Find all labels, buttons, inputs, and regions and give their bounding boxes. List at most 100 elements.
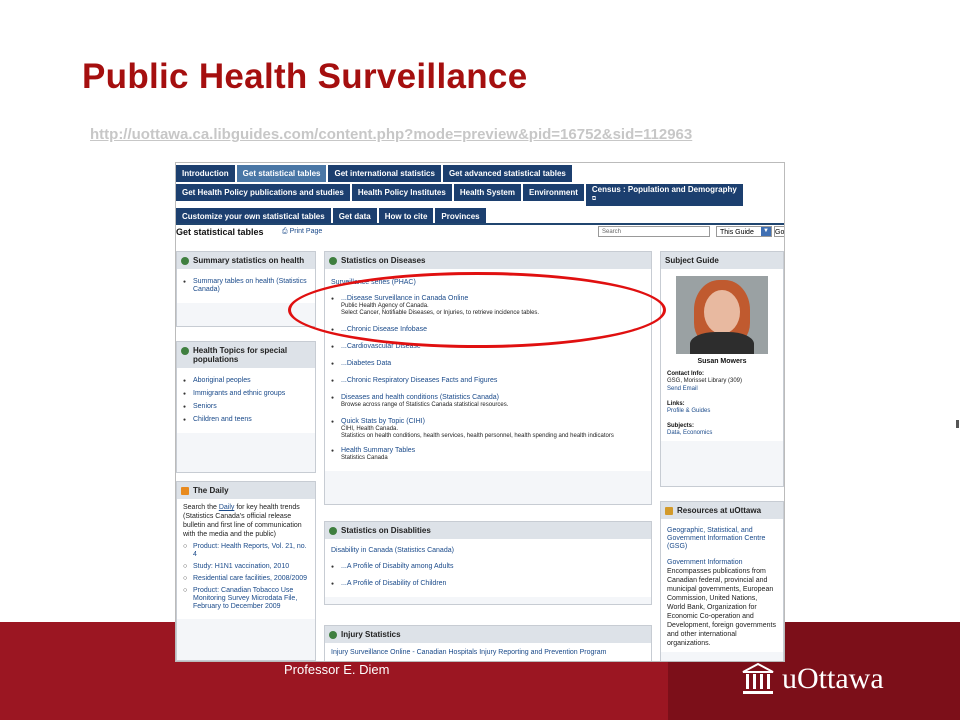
health-topics-header: Health Topics for special populations	[177, 342, 315, 368]
the-daily-title: The Daily	[193, 486, 229, 495]
slide-title: Public Health Surveillance	[82, 57, 528, 96]
collapse-icon[interactable]	[329, 527, 337, 535]
tab-environment[interactable]: Environment	[522, 184, 584, 201]
intro-text: Search the	[183, 504, 219, 511]
page-title: Get statistical tables	[176, 227, 264, 237]
tab-row-1: Introduction Get statistical tables Get …	[176, 165, 574, 182]
item-description: Browse across range of Statistics Canada…	[341, 402, 509, 408]
tab-introduction[interactable]: Introduction	[176, 165, 235, 182]
summary-statistics-header: Summary statistics on health	[177, 252, 315, 269]
libguide-screenshot: Introduction Get statistical tables Get …	[175, 162, 785, 662]
search-input[interactable]: Search	[598, 226, 710, 237]
profile-guides-link[interactable]: Profile & Guides	[667, 407, 777, 415]
photo-face	[704, 290, 740, 334]
list-item[interactable]: Study: H1N1 vaccination, 2010	[183, 563, 309, 571]
send-email-link[interactable]: Send Email	[667, 385, 777, 393]
tab-divider	[176, 223, 784, 225]
injury-statistics-body: Injury Surveillance Online - Canadian Ho…	[325, 643, 651, 661]
injury-statistics-title: Injury Statistics	[341, 630, 401, 639]
edge-mark	[956, 420, 959, 428]
health-topics-title: Health Topics for special populations	[193, 346, 288, 364]
tab-get-advanced-statistical-tables[interactable]: Get advanced statistical tables	[442, 165, 572, 182]
footer-presenter: Professor E. Diem	[284, 662, 390, 677]
statistics-on-disabilities-box: Statistics on Disablities Disability in …	[324, 521, 652, 605]
tab-get-statistical-tables[interactable]: Get statistical tables	[236, 165, 327, 182]
statistics-on-disabilities-body: Disability in Canada (Statistics Canada)…	[325, 539, 651, 597]
government-information-link[interactable]: Government Information	[667, 559, 777, 567]
collapse-icon[interactable]	[329, 257, 337, 265]
print-page-label: Print Page	[289, 228, 323, 235]
gsg-link[interactable]: Geographic, Statistical, and Government …	[667, 527, 777, 551]
subject-guide-body: Susan Mowers Contact Info: GSG, Morisset…	[661, 269, 783, 441]
list-item[interactable]: Summary tables on health (Statistics Can…	[183, 278, 309, 294]
resources-title: Resources at uOttawa	[677, 506, 762, 515]
list-item[interactable]: Product: Canadian Tobacco Use Monitoring…	[183, 587, 309, 611]
statistics-on-disabilities-header: Statistics on Disablities	[325, 522, 651, 539]
university-building-icon	[742, 662, 774, 694]
tab-health-policy-publications[interactable]: Get Health Policy publications and studi…	[176, 184, 350, 201]
statistics-on-disabilities-title: Statistics on Disablities	[341, 526, 431, 535]
tab-census[interactable]: Census : Population and Demography ⧉	[585, 184, 743, 206]
resources-header: Resources at uOttawa	[661, 502, 783, 519]
contact-info-value: GSG, Morisset Library (309)	[667, 378, 743, 384]
tab-health-policy-institutes[interactable]: Health Policy Institutes	[351, 184, 452, 201]
logo-wordmark: uOttawa	[782, 662, 884, 695]
list-item[interactable]: ...Diabetes Data	[331, 360, 645, 368]
rss-icon	[181, 487, 189, 495]
statistics-on-diseases-title: Statistics on Diseases	[341, 256, 426, 265]
the-daily-body: Search the Daily for key health trends (…	[177, 499, 315, 619]
tab-health-system[interactable]: Health System	[453, 184, 521, 201]
list-item[interactable]: Immigrants and ethnic groups	[183, 390, 309, 398]
external-link-icon: ⧉	[591, 196, 597, 202]
summary-statistics-title: Summary statistics on health	[193, 256, 305, 265]
guide-url-link[interactable]: http://uottawa.ca.libguides.com/content.…	[90, 126, 692, 143]
diseases-conditions-link[interactable]: Diseases and health conditions (Statisti…	[341, 394, 645, 402]
health-summary-tables-link[interactable]: Health Summary Tables	[341, 447, 645, 455]
the-daily-intro: Search the Daily for key health trends (…	[183, 503, 309, 539]
photo-shirt	[690, 332, 754, 354]
list-item[interactable]: ...Chronic Respiratory Diseases Facts an…	[331, 377, 645, 385]
statistics-on-diseases-header: Statistics on Diseases	[325, 252, 651, 269]
chevron-down-icon: ▼	[761, 227, 771, 236]
quick-stats-link[interactable]: Quick Stats by Topic (CIHI)	[341, 418, 645, 426]
librarian-photo	[676, 276, 768, 354]
collapse-icon[interactable]	[181, 257, 189, 265]
collapse-icon[interactable]	[329, 631, 337, 639]
health-topics-body: Aboriginal peoples Immigrants and ethnic…	[177, 368, 315, 433]
subject-guide-title: Subject Guide	[665, 256, 719, 265]
printer-icon: ⎙	[282, 228, 288, 235]
print-page-link[interactable]: ⎙ Print Page	[282, 228, 322, 236]
list-item[interactable]: Children and teens	[183, 416, 309, 424]
tab-census-label: Census : Population and Demography	[591, 185, 737, 194]
item-description: Statistics on health conditions, health …	[341, 433, 614, 439]
librarian-name: Susan Mowers	[697, 358, 747, 365]
injury-statistics-header: Injury Statistics	[325, 626, 651, 643]
scope-value: This Guide	[720, 229, 754, 236]
list-item[interactable]: ...A Profile of Disability of Children	[331, 580, 645, 588]
list-item[interactable]: ...A Profile of Disabilty among Adults	[331, 563, 645, 571]
go-button[interactable]: Go	[774, 226, 784, 237]
injury-statistics-box: Injury Statistics Injury Surveillance On…	[324, 625, 652, 661]
list-item[interactable]: Product: Health Reports, Vol. 21, no. 4	[183, 543, 309, 559]
resources-body: Geographic, Statistical, and Government …	[661, 519, 783, 652]
folder-icon	[665, 507, 673, 515]
list-item: Health Summary Tables Statistics Canada	[331, 447, 645, 462]
disability-in-canada-link[interactable]: Disability in Canada (Statistics Canada)	[331, 547, 645, 555]
list-item[interactable]: Residential care facilities, 2008/2009	[183, 575, 309, 583]
injury-surveillance-link[interactable]: Injury Surveillance Online - Canadian Ho…	[331, 649, 645, 657]
scope-select[interactable]: This Guide ▼	[716, 226, 772, 237]
tab-get-international-statistics[interactable]: Get international statistics	[328, 165, 441, 182]
uottawa-logo: uOttawa	[742, 662, 884, 696]
daily-link[interactable]: Daily	[219, 504, 235, 511]
subjects-links[interactable]: Data, Economics	[667, 429, 777, 437]
item-description: Statistics Canada	[341, 455, 388, 461]
collapse-icon[interactable]	[181, 347, 189, 355]
list-item[interactable]: Aboriginal peoples	[183, 377, 309, 385]
resources-box: Resources at uOttawa Geographic, Statist…	[660, 501, 784, 661]
government-information-desc: Encompasses publications from Canadian f…	[667, 568, 776, 647]
health-topics-box: Health Topics for special populations Ab…	[176, 341, 316, 473]
tab-row-2: Get Health Policy publications and studi…	[176, 184, 745, 206]
summary-statistics-body: Summary tables on health (Statistics Can…	[177, 269, 315, 303]
highlight-oval	[288, 272, 666, 348]
list-item[interactable]: Seniors	[183, 403, 309, 411]
